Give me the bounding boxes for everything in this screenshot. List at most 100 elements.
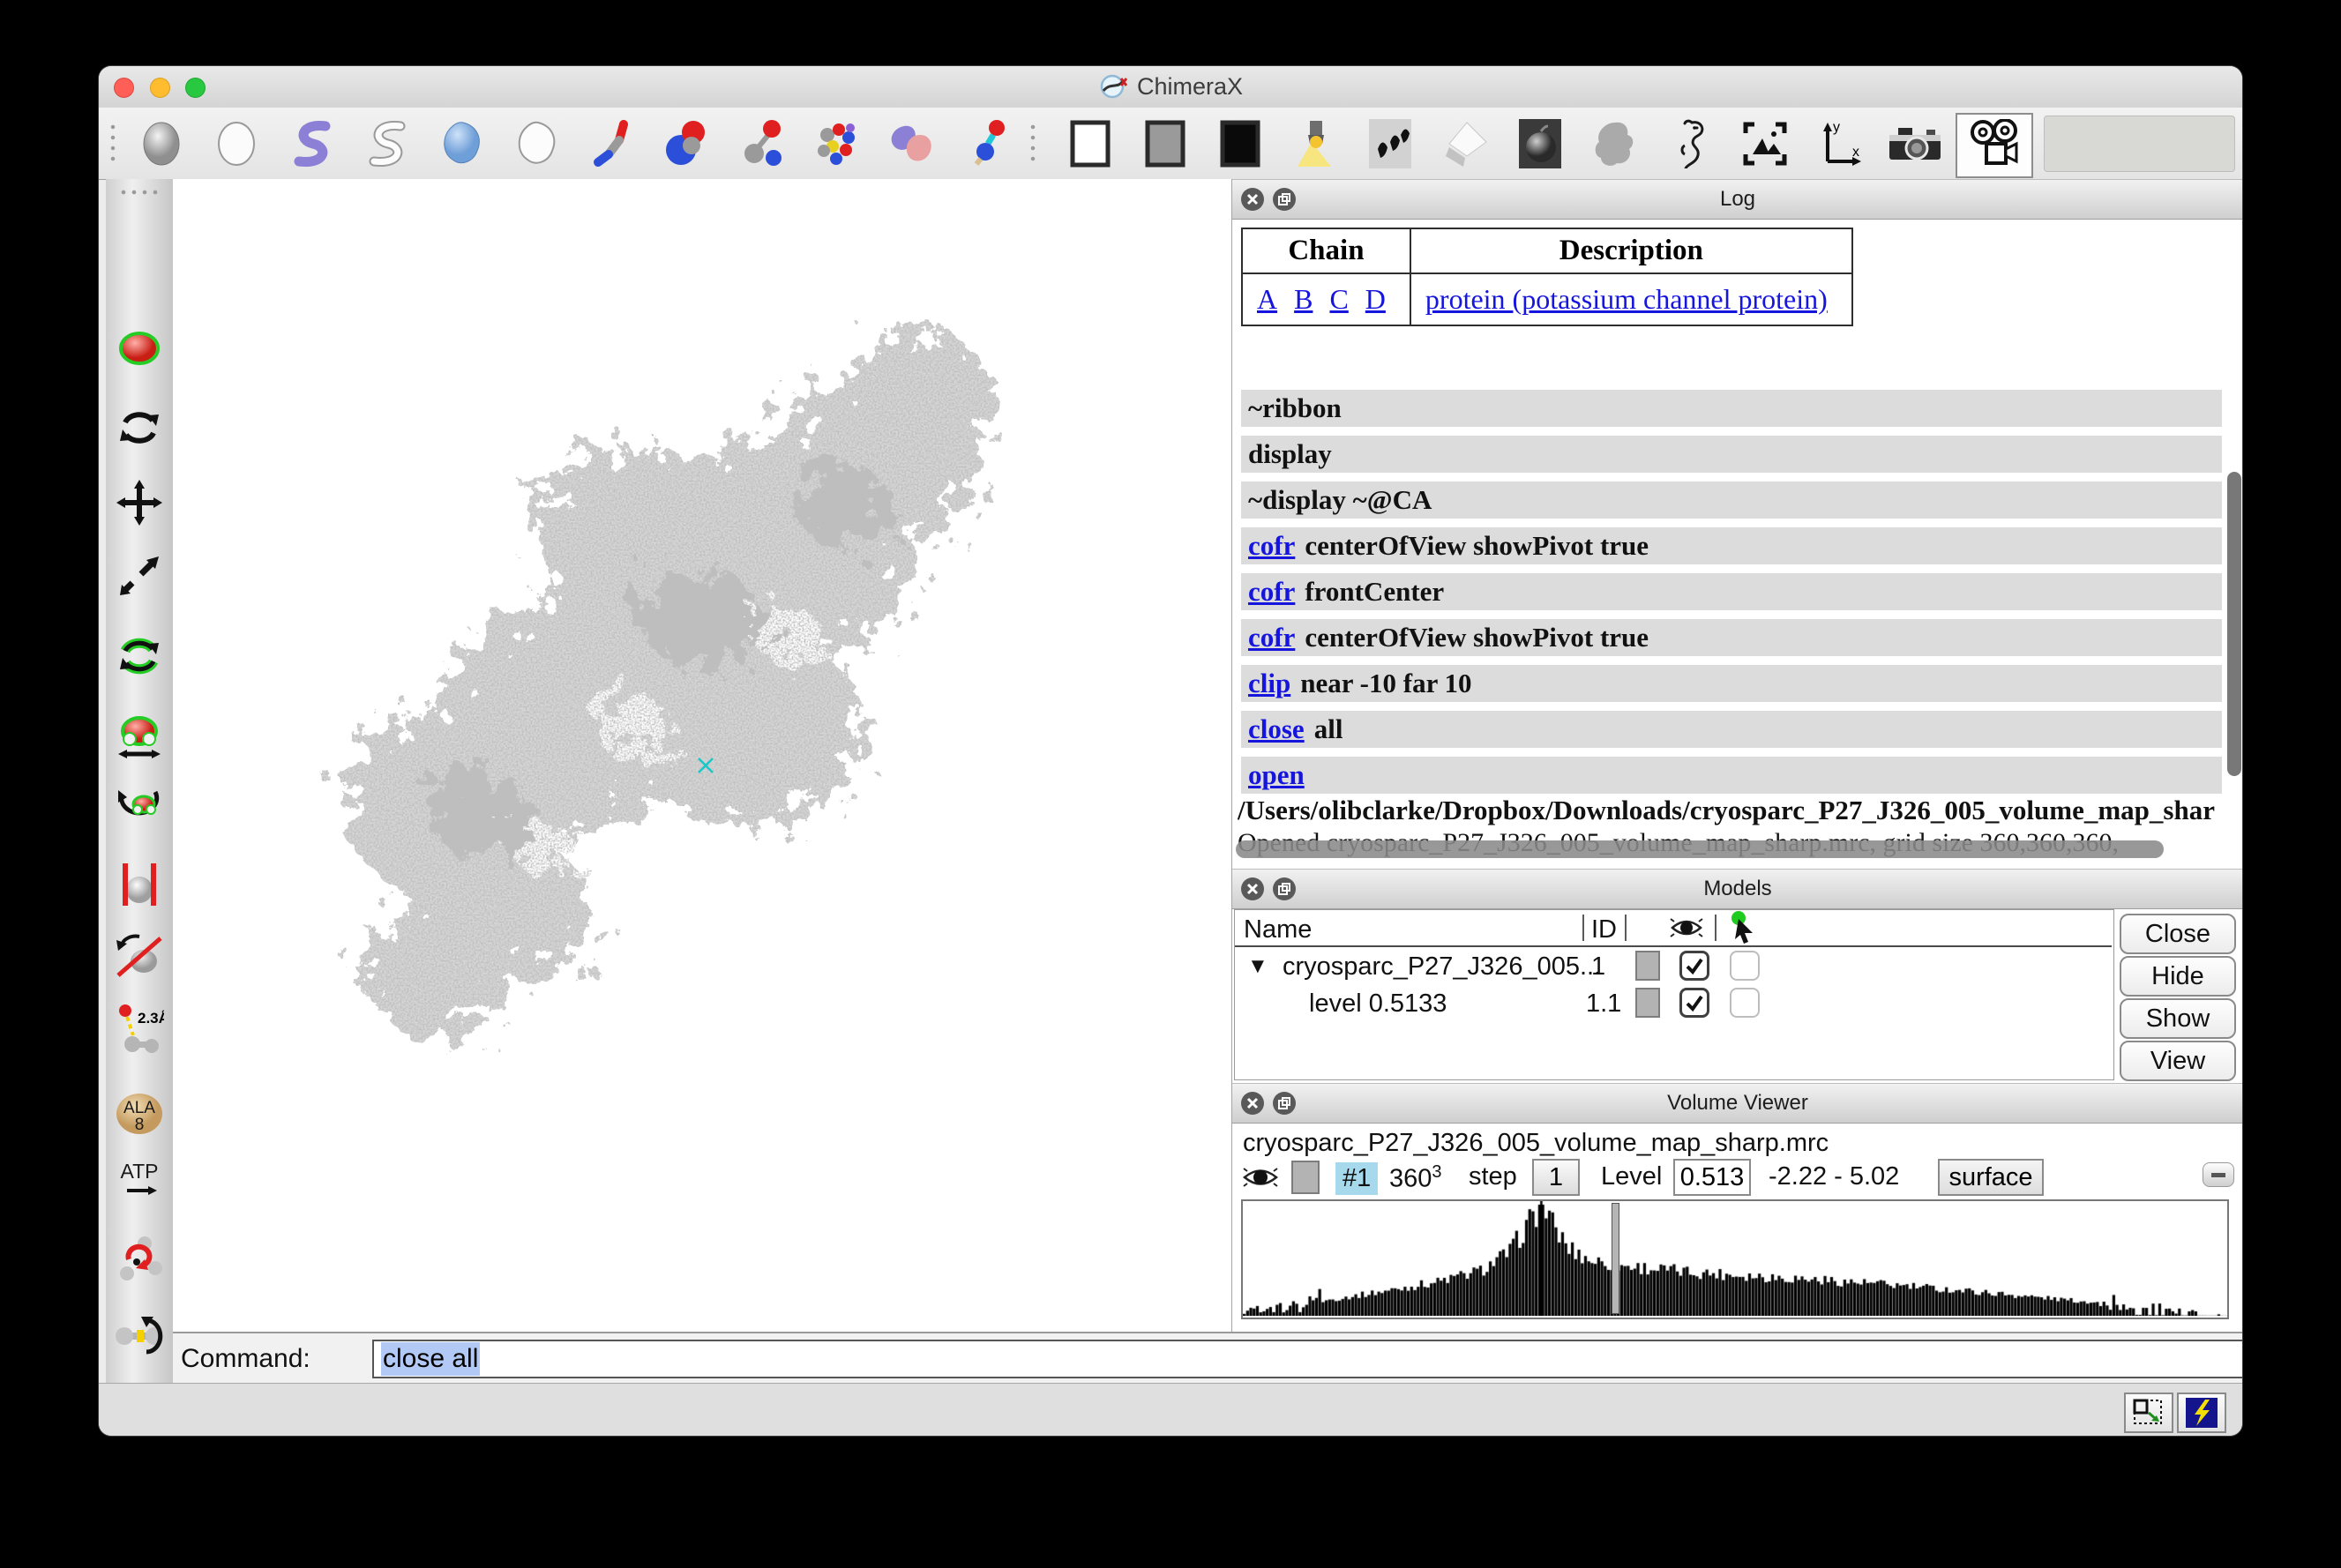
pin-style-icon[interactable] <box>959 116 1013 171</box>
collapse-panel-button[interactable] <box>2203 1162 2234 1187</box>
step-input[interactable]: 1 <box>1532 1159 1580 1196</box>
model-shown-checkbox[interactable] <box>1679 988 1709 1018</box>
camera-icon[interactable] <box>1888 116 1942 171</box>
command-bar: Command: close all <box>173 1332 2242 1385</box>
shown-column-eye-icon[interactable] <box>1669 914 1704 946</box>
full-lighting-photo-icon[interactable] <box>1513 116 1567 171</box>
histogram-canvas[interactable] <box>1243 1201 2227 1316</box>
description-link[interactable]: protein (potassium channel protein) <box>1425 283 1828 315</box>
sphere-outline-icon[interactable] <box>209 116 264 171</box>
models-panel-header[interactable]: Models <box>1232 869 2242 909</box>
distance-measure-icon[interactable]: 2.3Å <box>115 1004 164 1060</box>
surface-outline-icon[interactable] <box>509 116 564 171</box>
level-threshold-marker[interactable] <box>1612 1203 1619 1314</box>
black-background-icon[interactable] <box>1213 116 1268 171</box>
torsion-icon[interactable] <box>115 1235 164 1284</box>
command-help-link[interactable]: close <box>1248 713 1305 745</box>
model-id-chip[interactable]: #1 <box>1335 1162 1378 1195</box>
sphere-style-icon[interactable] <box>659 116 714 171</box>
view-model-button[interactable]: View <box>2120 1041 2236 1081</box>
select-sphere-icon[interactable] <box>115 324 164 373</box>
command-help-link[interactable]: clip <box>1248 668 1290 699</box>
toolbar-grip[interactable] <box>1029 122 1036 166</box>
hide-model-button[interactable]: Hide <box>2120 956 2236 997</box>
close-model-button[interactable]: Close <box>2120 914 2236 954</box>
ball-stick-style-icon[interactable] <box>734 116 789 171</box>
colored-atoms-icon[interactable] <box>809 116 864 171</box>
log-vertical-scrollbar[interactable] <box>2227 472 2241 776</box>
selection-column-cursor-icon[interactable] <box>1726 910 1760 950</box>
atom-label-icon[interactable]: ATP <box>115 1157 164 1206</box>
opened-file-path: /Users/olibclarke/Dropbox/Downloads/cryo… <box>1238 795 2242 832</box>
shadows-photo-icon[interactable] <box>1363 116 1417 171</box>
command-input[interactable]: close all <box>372 1340 2242 1378</box>
residue-label-icon[interactable]: ALA8 <box>115 1086 164 1142</box>
models-panel: Models Name ID ▼ cryosparc_P27_J326_005.… <box>1232 869 2242 1083</box>
grid-size: 3603 <box>1389 1162 1442 1194</box>
level-label: Level <box>1601 1162 1662 1191</box>
toolbar-grip[interactable] <box>109 122 116 166</box>
log-panel-header[interactable]: Log <box>1232 179 2242 220</box>
disclosure-triangle-icon[interactable]: ▼ <box>1247 954 1268 979</box>
bond-rotate-icon[interactable] <box>115 1310 164 1359</box>
chain-link[interactable]: D <box>1365 283 1386 315</box>
model-shown-checkbox[interactable] <box>1679 951 1709 981</box>
gray-background-icon[interactable] <box>1138 116 1193 171</box>
chain-column-header: Chain <box>1242 228 1410 273</box>
sphere-gray-icon[interactable] <box>134 116 189 171</box>
flashlight-icon[interactable] <box>1288 116 1343 171</box>
command-text: centerOfView showPivot true <box>1305 622 1649 653</box>
chain-link[interactable]: B <box>1294 283 1313 315</box>
side-panels: Log Chain Description A B C D protein (p… <box>1231 179 2242 1332</box>
movie-camera-selected[interactable] <box>1956 113 2033 178</box>
chain-link[interactable]: C <box>1329 283 1348 315</box>
translate-selected-icon[interactable] <box>115 713 164 763</box>
graphics-viewport[interactable] <box>173 179 1231 1332</box>
axes-icon[interactable]: yx <box>1813 116 1867 171</box>
command-help-link[interactable]: cofr <box>1248 530 1295 562</box>
show-model-button[interactable]: Show <box>2120 998 2236 1039</box>
histogram[interactable] <box>1241 1199 2229 1319</box>
seahorse-icon[interactable] <box>1663 116 1717 171</box>
soft-blob-icon[interactable] <box>1588 116 1642 171</box>
command-help-link[interactable]: cofr <box>1248 576 1295 608</box>
desktop: { "window": {"title": "ChimeraX"}, "tool… <box>0 0 2341 1568</box>
model-row[interactable]: ▼ cryosparc_P27_J326_005... 1 <box>1235 949 2112 986</box>
model-selected-checkbox[interactable] <box>1730 988 1760 1018</box>
stick-style-icon[interactable] <box>584 116 639 171</box>
level-input[interactable]: 0.513 <box>1673 1159 1751 1196</box>
model-selected-checkbox[interactable] <box>1730 951 1760 981</box>
framed-image-icon[interactable] <box>1738 116 1792 171</box>
volume-color-swatch[interactable] <box>1291 1161 1320 1194</box>
flat-diamond-icon[interactable] <box>1438 116 1492 171</box>
colored-surfaces-icon[interactable] <box>884 116 939 171</box>
clip-planes-icon[interactable] <box>115 860 164 909</box>
chain-link[interactable]: A <box>1257 283 1277 315</box>
ribbon-icon[interactable] <box>284 116 339 171</box>
volume-eye-icon[interactable] <box>1241 1162 1280 1197</box>
model-color-swatch[interactable] <box>1635 951 1660 981</box>
white-background-icon[interactable] <box>1063 116 1118 171</box>
model-color-swatch[interactable] <box>1635 988 1660 1018</box>
resize-graphics-button[interactable] <box>2124 1393 2173 1433</box>
sidebar-grip[interactable] <box>118 190 161 195</box>
display-style-dropdown[interactable]: surface <box>1938 1159 2044 1196</box>
command-text: display <box>1248 438 1332 470</box>
zoom-arrows-icon[interactable] <box>115 551 164 601</box>
model-row[interactable]: level 0.5133 1.1 <box>1235 986 2112 1023</box>
rotate-molecule-icon[interactable] <box>115 778 164 827</box>
command-help-link[interactable]: open <box>1248 759 1305 791</box>
id-column-header[interactable]: ID <box>1591 915 1617 945</box>
translate-icon[interactable] <box>115 478 164 527</box>
rotate-icon[interactable] <box>115 403 164 452</box>
volume-viewer-header[interactable]: Volume Viewer <box>1232 1083 2242 1124</box>
command-help-link[interactable]: cofr <box>1248 622 1295 653</box>
surface-icon[interactable] <box>434 116 489 171</box>
ribbon-outline-icon[interactable] <box>359 116 414 171</box>
rotate-selected-icon[interactable] <box>115 631 164 681</box>
fast-feedback-button[interactable] <box>2177 1393 2226 1433</box>
name-column-header[interactable]: Name <box>1244 915 1312 945</box>
clip-rotate-icon[interactable] <box>115 931 164 981</box>
log-horizontal-scrollbar[interactable] <box>1236 840 2164 858</box>
log-command: cofrcenterOfView showPivot true <box>1241 527 2222 564</box>
